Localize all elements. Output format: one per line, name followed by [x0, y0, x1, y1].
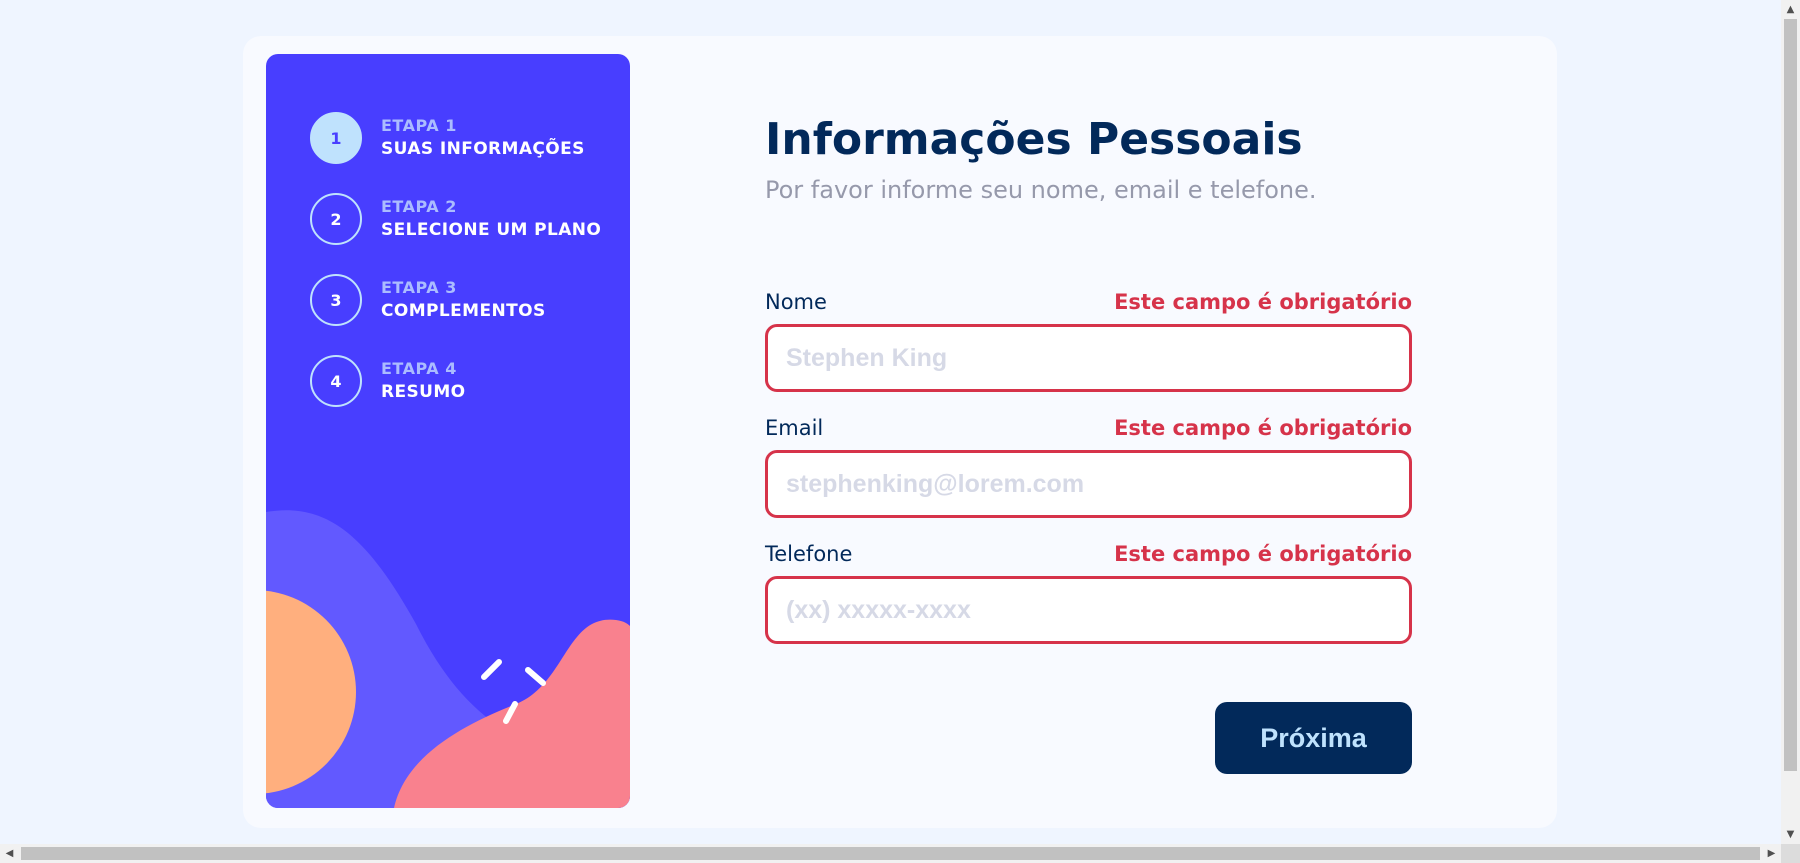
page-title: Informações Pessoais	[765, 114, 1303, 165]
phone-input[interactable]	[765, 576, 1412, 644]
email-input[interactable]	[765, 450, 1412, 518]
phone-error-message: Este campo é obrigatório	[1114, 542, 1412, 566]
step-item-4[interactable]: 4 ETAPA 4 RESUMO	[310, 355, 466, 407]
steps-sidebar: 1 ETAPA 1 SUAS INFORMAÇÕES 2 ETAPA 2 SEL…	[266, 54, 630, 808]
email-field-group: Email Este campo é obrigatório	[765, 412, 1412, 518]
step-title: SUAS INFORMAÇÕES	[381, 139, 585, 159]
scroll-right-arrow-icon[interactable]: ▶	[1762, 844, 1781, 863]
phone-label: Telefone	[765, 542, 853, 566]
sparkle-line-right	[525, 667, 546, 686]
scroll-down-arrow-icon[interactable]: ▼	[1781, 825, 1800, 844]
name-error-message: Este campo é obrigatório	[1114, 290, 1412, 314]
horizontal-scrollbar[interactable]: ◀ ▶	[0, 844, 1781, 863]
step-number-badge: 2	[310, 193, 362, 245]
step-label: ETAPA 3	[381, 278, 457, 297]
step-title: SELECIONE UM PLANO	[381, 220, 602, 240]
horizontal-scrollbar-thumb[interactable]	[21, 847, 1760, 860]
multi-step-form-card: 1 ETAPA 1 SUAS INFORMAÇÕES 2 ETAPA 2 SEL…	[243, 36, 1557, 828]
step-number-badge: 1	[310, 112, 362, 164]
next-step-button[interactable]: Próxima	[1215, 702, 1412, 774]
step-label: ETAPA 2	[381, 197, 457, 216]
page-subtitle: Por favor informe seu nome, email e tele…	[765, 176, 1317, 204]
name-field-group: Nome Este campo é obrigatório	[765, 286, 1412, 392]
name-input[interactable]	[765, 324, 1412, 392]
scroll-left-arrow-icon[interactable]: ◀	[0, 844, 19, 863]
step-item-2[interactable]: 2 ETAPA 2 SELECIONE UM PLANO	[310, 193, 601, 245]
vertical-scrollbar[interactable]: ▲ ▼	[1781, 0, 1800, 844]
step-item-1[interactable]: 1 ETAPA 1 SUAS INFORMAÇÕES	[310, 112, 585, 164]
step-number-badge: 3	[310, 274, 362, 326]
scroll-up-arrow-icon[interactable]: ▲	[1781, 0, 1800, 19]
vertical-scrollbar-thumb[interactable]	[1784, 19, 1797, 771]
step-title: RESUMO	[381, 382, 466, 402]
step-title: COMPLEMENTOS	[381, 301, 546, 321]
step-number-badge: 4	[310, 355, 362, 407]
page-viewport: 1 ETAPA 1 SUAS INFORMAÇÕES 2 ETAPA 2 SEL…	[0, 0, 1781, 844]
step-label: ETAPA 1	[381, 116, 457, 135]
email-label: Email	[765, 416, 824, 440]
sidebar-decoration-illustration	[266, 510, 630, 808]
email-error-message: Este campo é obrigatório	[1114, 416, 1412, 440]
phone-field-group: Telefone Este campo é obrigatório	[765, 538, 1412, 644]
form-content: Informações Pessoais Por favor informe s…	[765, 36, 1415, 828]
scrollbar-corner	[1781, 844, 1800, 863]
name-label: Nome	[765, 290, 827, 314]
step-item-3[interactable]: 3 ETAPA 3 COMPLEMENTOS	[310, 274, 546, 326]
step-label: ETAPA 4	[381, 359, 457, 378]
sparkle-line-left	[481, 659, 502, 680]
